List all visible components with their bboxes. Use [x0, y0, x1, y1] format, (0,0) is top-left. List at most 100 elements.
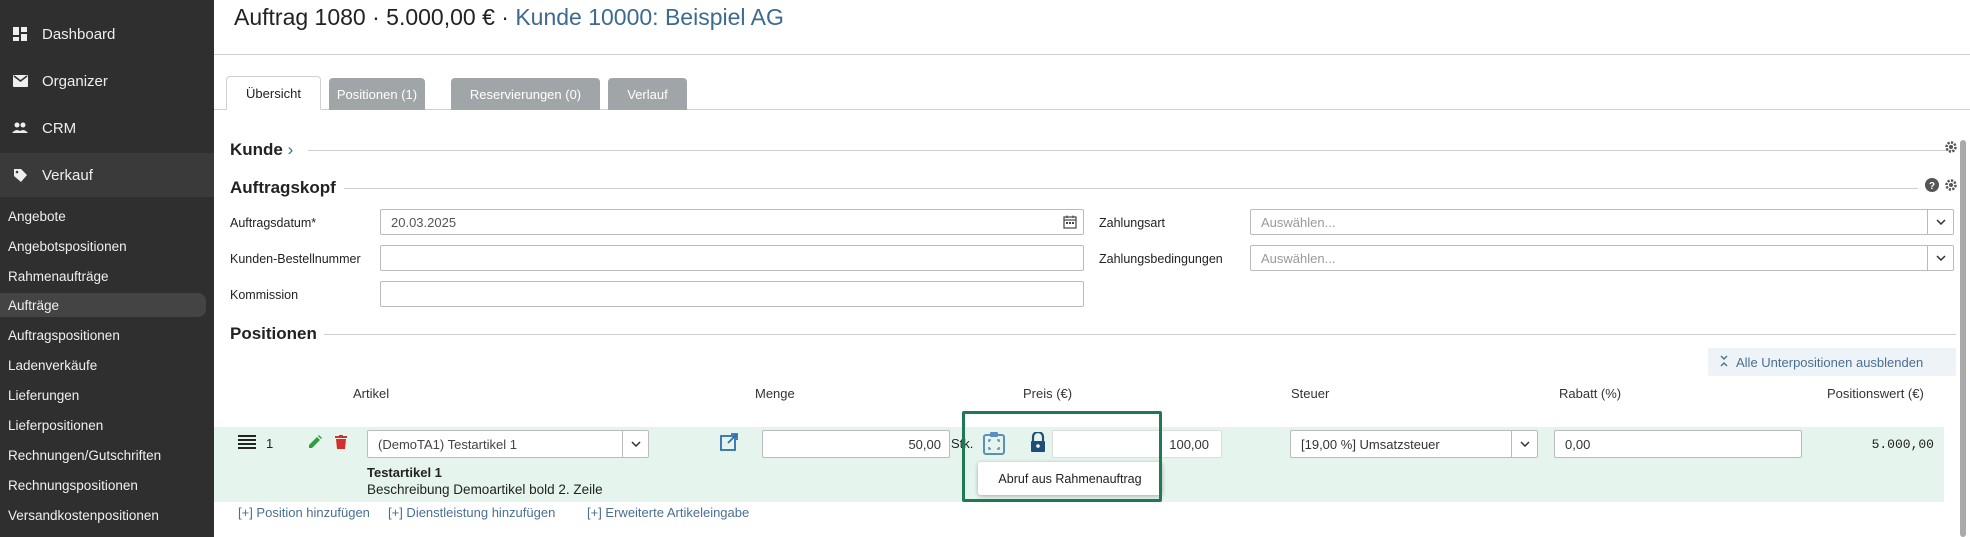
col-menge: Menge — [755, 386, 795, 401]
artikel-value: (DemoTA1) Testartikel 1 — [378, 436, 517, 452]
sidebar-sub-rahmenauftraege[interactable]: Rahmenaufträge — [0, 264, 214, 288]
bestellnummer-field[interactable] — [380, 245, 1084, 271]
sidebar-item-organizer[interactable]: Organizer — [0, 59, 214, 103]
chevron-down-icon[interactable] — [1927, 246, 1953, 270]
mail-icon — [12, 73, 28, 89]
help-icon[interactable]: ? — [1925, 178, 1939, 195]
sidebar-sub-label: Aufträge — [8, 297, 60, 313]
sidebar-sub-auftraege[interactable]: Aufträge — [0, 293, 206, 317]
tab-uebersicht[interactable]: Übersicht — [226, 76, 321, 110]
section-kunde[interactable]: Kunde › — [230, 140, 293, 160]
menge-value: 50,00 — [908, 436, 941, 452]
section-positionen-title: Positionen — [230, 324, 317, 343]
col-rabatt: Rabatt (%) — [1559, 386, 1622, 401]
add-service-link[interactable]: [+] Dienstleistung hinzufügen — [388, 505, 555, 520]
sidebar-sub-lieferpositionen[interactable]: Lieferpositionen — [0, 413, 214, 437]
gear-icon[interactable] — [1944, 178, 1958, 195]
tab-label: Verlauf — [627, 86, 668, 102]
sidebar-item-label: Dashboard — [42, 25, 116, 43]
edit-icon[interactable] — [308, 435, 322, 454]
col-artikel: Artikel — [353, 386, 390, 401]
sidebar-item-label: Verkauf — [42, 166, 93, 184]
section-kunde-title: Kunde — [230, 140, 283, 159]
tab-label: Übersicht — [246, 85, 301, 101]
zahlungsbedingungen-placeholder: Auswählen... — [1261, 250, 1336, 266]
section-divider — [324, 334, 1956, 335]
sidebar-item-crm[interactable]: CRM — [0, 106, 214, 150]
bestellnummer-label: Kunden-Bestellnummer — [230, 252, 361, 266]
sidebar-sub-label: Rahmenaufträge — [8, 268, 109, 284]
rabatt-value: 0,00 — [1565, 436, 1591, 452]
tab-reservierungen[interactable]: Reservierungen (0) — [451, 78, 600, 110]
sidebar-sub-label: Lieferpositionen — [8, 417, 104, 433]
article-name: Testartikel 1 — [367, 465, 442, 480]
customer-link[interactable]: Kunde 10000: Beispiel AG — [515, 4, 784, 30]
zahlungsbedingungen-label: Zahlungsbedingungen — [1099, 252, 1223, 266]
tab-bar: Übersicht Positionen (1) Reservierungen … — [214, 76, 1970, 110]
sidebar-sub-angebote[interactable]: Angebote — [0, 204, 214, 228]
sidebar-sub-ladenverkaeufe[interactable]: Ladenverkäufe — [0, 353, 214, 377]
section-divider — [344, 188, 1918, 189]
sidebar-item-dashboard[interactable]: Dashboard — [0, 12, 214, 56]
position-number: 1 — [266, 436, 274, 451]
sidebar-sub-rechnungspositionen[interactable]: Rechnungspositionen — [0, 473, 214, 497]
tab-verlauf[interactable]: Verlauf — [608, 78, 687, 110]
menge-field[interactable]: 50,00 — [762, 430, 950, 458]
chevron-down-icon[interactable] — [622, 431, 648, 457]
drag-handle-icon[interactable] — [238, 435, 256, 454]
col-steuer: Steuer — [1291, 386, 1330, 401]
open-external-icon[interactable] — [720, 433, 738, 456]
sidebar-sub-label: Ladenverkäufe — [8, 357, 98, 373]
zahlungsart-select[interactable]: Auswählen... — [1250, 209, 1954, 235]
svg-text:?: ? — [1929, 181, 1935, 192]
sidebar-sub-label: Lieferungen — [8, 387, 80, 403]
sidebar-sub-versandkostenpositionen[interactable]: Versandkostenpositionen — [0, 503, 214, 527]
positionswert-value: 5.000,00 — [1871, 437, 1934, 452]
highlight-box — [962, 411, 1162, 502]
people-icon — [12, 120, 28, 136]
tab-label: Reservierungen (0) — [469, 86, 582, 102]
article-description: Beschreibung Demoartikel bold 2. Zeile — [367, 482, 603, 497]
sidebar-sub-rechnungen[interactable]: Rechnungen/Gutschriften — [0, 443, 214, 467]
kommission-label: Kommission — [230, 288, 299, 302]
calendar-icon[interactable] — [1063, 215, 1077, 232]
section-auftragskopf-title: Auftragskopf — [230, 178, 336, 197]
col-positionswert: Positionswert (€) — [1827, 386, 1924, 401]
sidebar-item-label: Organizer — [42, 72, 108, 90]
sidebar-sub-auftragspositionen[interactable]: Auftragspositionen — [0, 323, 214, 347]
zahlungsbedingungen-select[interactable]: Auswählen... — [1250, 245, 1954, 271]
sidebar-sub-angebotspositionen[interactable]: Angebotspositionen — [0, 234, 214, 258]
sidebar-sub-label: Versandkostenpositionen — [8, 507, 159, 523]
sidebar-sub-label: Rechnungen/Gutschriften — [8, 447, 162, 463]
dashboard-icon — [12, 26, 28, 42]
delete-icon[interactable] — [335, 435, 347, 454]
scrollbar[interactable] — [1960, 140, 1966, 537]
auftragsdatum-field[interactable]: 20.03.2025 — [380, 209, 1084, 235]
kommission-field[interactable] — [380, 281, 1084, 307]
header-divider — [214, 54, 1970, 55]
artikel-select[interactable]: (DemoTA1) Testartikel 1 — [367, 430, 649, 458]
add-position-link[interactable]: [+] Position hinzufügen — [238, 505, 370, 520]
page-title-text: Auftrag 1080 · 5.000,00 € · — [234, 4, 516, 30]
sidebar-sub-label: Angebotspositionen — [8, 238, 127, 254]
col-preis: Preis (€) — [1023, 386, 1073, 401]
sidebar-sub-label: Angebote — [8, 208, 66, 224]
sidebar: Dashboard Organizer CRM Verkauf Angebote… — [0, 0, 214, 537]
gear-icon[interactable] — [1944, 140, 1958, 157]
extended-article-input-link[interactable]: [+] Erweiterte Artikeleingabe — [587, 505, 749, 520]
chevron-down-icon[interactable] — [1927, 210, 1953, 234]
steuer-select[interactable]: [19,00 %] Umsatzsteuer — [1290, 430, 1538, 458]
tab-positionen[interactable]: Positionen (1) — [329, 78, 425, 110]
zahlungsart-placeholder: Auswählen... — [1261, 214, 1336, 230]
sidebar-sub-label: Rechnungspositionen — [8, 477, 138, 493]
rabatt-field[interactable]: 0,00 — [1554, 430, 1802, 458]
auftragsdatum-label: Auftragsdatum* — [230, 216, 317, 230]
chevron-down-icon[interactable] — [1511, 431, 1537, 457]
tag-icon — [12, 167, 28, 183]
toggle-subpositions-label: Alle Unterpositionen ausblenden — [1736, 354, 1924, 370]
preis-value: 100,00 — [1169, 436, 1209, 452]
sidebar-sub-lieferungen[interactable]: Lieferungen — [0, 383, 214, 407]
sidebar-item-verkauf[interactable]: Verkauf — [0, 153, 214, 197]
auftragsdatum-value: 20.03.2025 — [391, 214, 457, 230]
toggle-subpositions-button[interactable]: Alle Unterpositionen ausblenden — [1708, 348, 1956, 376]
